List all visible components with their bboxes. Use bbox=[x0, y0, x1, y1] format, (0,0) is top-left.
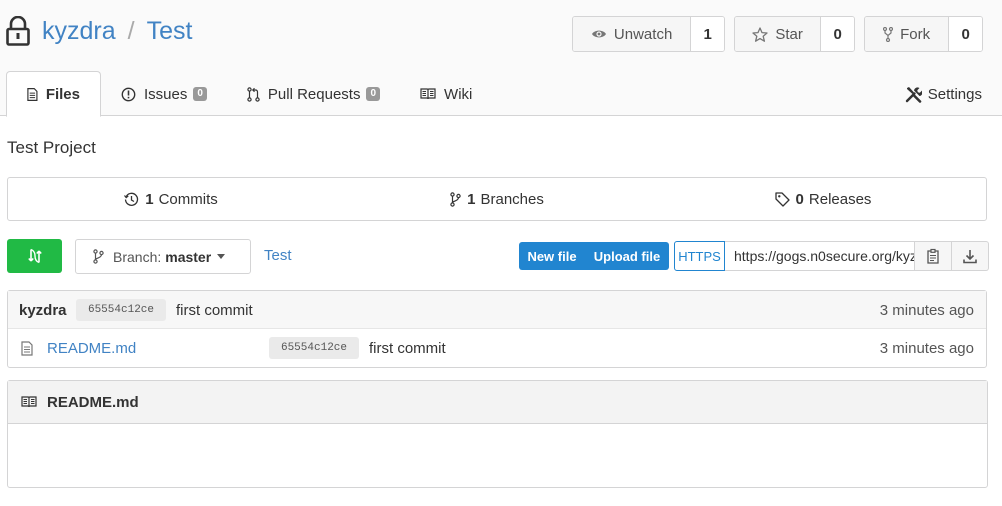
star-button[interactable]: Star bbox=[735, 17, 822, 51]
unwatch-button[interactable]: Unwatch bbox=[573, 17, 692, 51]
branch-dropdown[interactable]: Branch: master bbox=[75, 239, 251, 274]
branches-count: 1 bbox=[467, 190, 476, 208]
tools-icon bbox=[905, 86, 922, 103]
lock-icon bbox=[6, 16, 30, 46]
pull-requests-count-badge: 0 bbox=[366, 87, 381, 101]
tab-issues[interactable]: Issues 0 bbox=[101, 71, 227, 117]
download-archive-button[interactable] bbox=[952, 241, 989, 271]
unwatch-label: Unwatch bbox=[613, 25, 673, 43]
book-icon bbox=[21, 396, 37, 408]
releases-label: Releases bbox=[808, 190, 872, 208]
readme-header: README.md bbox=[8, 381, 987, 424]
commit-sha-link[interactable]: 65554c12ce bbox=[76, 299, 166, 321]
eye-icon bbox=[591, 30, 606, 38]
breadcrumb-repo-link[interactable]: Test bbox=[264, 247, 292, 264]
repo-description: Test Project bbox=[7, 138, 96, 157]
star-label: Star bbox=[775, 25, 803, 43]
repo-separator: / bbox=[127, 16, 135, 45]
commit-time: 3 minutes ago bbox=[879, 302, 974, 319]
commits-label: Commits bbox=[158, 190, 218, 208]
readme-title: README.md bbox=[47, 393, 139, 411]
fork-count[interactable]: 0 bbox=[949, 17, 982, 51]
repo-title: kyzdra / Test bbox=[6, 16, 192, 46]
branch-prefix: Branch: bbox=[113, 248, 162, 265]
file-name-link[interactable]: README.md bbox=[47, 340, 136, 357]
tab-settings[interactable]: Settings bbox=[905, 71, 982, 117]
compare-pull-button[interactable] bbox=[7, 239, 62, 273]
watch-count[interactable]: 1 bbox=[691, 17, 724, 51]
tab-pull-requests-label: Pull Requests bbox=[267, 85, 361, 103]
file-commit-time: 3 minutes ago bbox=[879, 340, 974, 357]
tag-icon bbox=[774, 191, 790, 207]
chevron-down-icon bbox=[217, 254, 226, 259]
file-icon bbox=[21, 341, 33, 356]
clone-url-input[interactable] bbox=[725, 241, 915, 271]
commits-stat[interactable]: 1 Commits bbox=[8, 178, 334, 220]
history-icon bbox=[124, 192, 139, 206]
file-text-icon bbox=[27, 87, 38, 101]
commit-message: first commit bbox=[176, 302, 253, 319]
commit-author[interactable]: kyzdra bbox=[19, 302, 67, 319]
fork-label: Fork bbox=[900, 25, 931, 43]
tab-issues-label: Issues bbox=[144, 85, 188, 103]
latest-commit-row: kyzdra 65554c12ce first commit 3 minutes… bbox=[8, 291, 986, 329]
watch-group: Unwatch 1 bbox=[572, 16, 725, 52]
clone-panel: HTTPS bbox=[674, 241, 989, 271]
sync-icon bbox=[27, 248, 42, 264]
star-icon bbox=[752, 26, 769, 42]
branches-stat[interactable]: 1 Branches bbox=[334, 178, 660, 220]
file-actions: New file Upload file bbox=[519, 242, 669, 270]
issue-opened-icon bbox=[121, 87, 136, 101]
upload-file-button[interactable]: Upload file bbox=[585, 242, 669, 270]
file-table: kyzdra 65554c12ce first commit 3 minutes… bbox=[7, 290, 987, 368]
tab-files-label: Files bbox=[45, 85, 80, 103]
readme-panel: README.md bbox=[7, 380, 988, 488]
repo-tabs: Files Issues 0 Pull Requests 0 Wiki bbox=[6, 71, 492, 117]
settings-label: Settings bbox=[927, 85, 982, 103]
git-branch-icon bbox=[450, 191, 461, 207]
tab-wiki[interactable]: Wiki bbox=[400, 71, 492, 117]
fork-button[interactable]: Fork bbox=[865, 17, 950, 51]
git-pull-request-icon bbox=[247, 86, 260, 102]
branches-label: Branches bbox=[480, 190, 544, 208]
tab-files[interactable]: Files bbox=[6, 71, 101, 117]
file-commit-sha-link[interactable]: 65554c12ce bbox=[269, 337, 359, 359]
new-file-button[interactable]: New file bbox=[519, 242, 585, 270]
branch-name: master bbox=[165, 248, 212, 265]
star-group: Star 0 bbox=[734, 16, 855, 52]
repo-name-link[interactable]: Test bbox=[147, 17, 193, 46]
tab-wiki-label: Wiki bbox=[444, 85, 473, 103]
clippy-icon bbox=[927, 248, 939, 264]
fork-group: Fork 0 bbox=[864, 16, 983, 52]
repo-stats-bar: 1 Commits 1 Branches 0 Releases bbox=[7, 177, 987, 221]
star-count[interactable]: 0 bbox=[821, 17, 854, 51]
releases-stat[interactable]: 0 Releases bbox=[660, 178, 986, 220]
file-commit-message[interactable]: first commit bbox=[369, 340, 446, 357]
commits-count: 1 bbox=[145, 190, 154, 208]
releases-count: 0 bbox=[795, 190, 804, 208]
repo-owner-link[interactable]: kyzdra bbox=[42, 17, 116, 46]
https-protocol-button[interactable]: HTTPS bbox=[674, 241, 725, 271]
git-branch-icon bbox=[93, 249, 104, 264]
book-icon bbox=[420, 88, 436, 100]
download-icon bbox=[963, 249, 977, 263]
issues-count-badge: 0 bbox=[193, 87, 207, 101]
table-row: README.md 65554c12ce first commit 3 minu… bbox=[8, 329, 986, 367]
tab-pull-requests[interactable]: Pull Requests 0 bbox=[227, 71, 400, 117]
copy-clone-url-button[interactable] bbox=[915, 241, 952, 271]
fork-icon bbox=[883, 26, 894, 42]
repo-header: kyzdra / Test Unwatch 1 Star 0 Fork 0 Fi… bbox=[0, 0, 1002, 117]
